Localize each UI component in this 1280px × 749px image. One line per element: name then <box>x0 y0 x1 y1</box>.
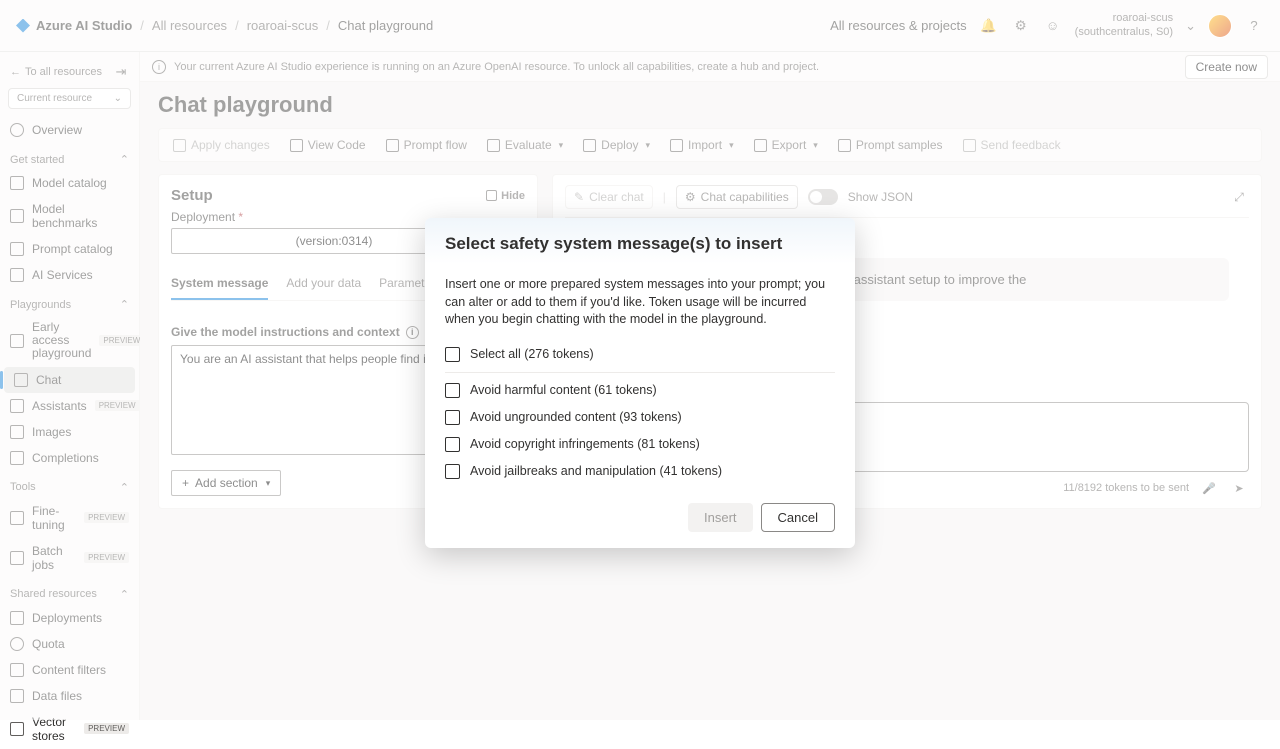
option-ungrounded[interactable]: Avoid ungrounded content (93 tokens) <box>445 404 835 431</box>
cancel-button[interactable]: Cancel <box>761 503 835 532</box>
vector-icon <box>10 722 24 736</box>
select-all-checkbox[interactable] <box>445 347 460 362</box>
checkbox[interactable] <box>445 383 460 398</box>
option-label: Avoid copyright infringements (81 tokens… <box>470 437 700 451</box>
checkbox[interactable] <box>445 410 460 425</box>
preview-badge: PREVIEW <box>84 723 129 734</box>
option-harmful[interactable]: Avoid harmful content (61 tokens) <box>445 377 835 404</box>
modal-footer: Insert Cancel <box>425 489 855 548</box>
checkbox[interactable] <box>445 464 460 479</box>
select-all-row[interactable]: Select all (276 tokens) <box>445 341 835 368</box>
divider <box>445 372 835 373</box>
modal-overlay: Select safety system message(s) to inser… <box>0 0 1280 720</box>
select-all-label: Select all (276 tokens) <box>470 347 594 361</box>
option-label: Avoid harmful content (61 tokens) <box>470 383 657 397</box>
option-copyright[interactable]: Avoid copyright infringements (81 tokens… <box>445 431 835 458</box>
safety-messages-modal: Select safety system message(s) to inser… <box>425 218 855 548</box>
option-label: Avoid ungrounded content (93 tokens) <box>470 410 682 424</box>
modal-description: Insert one or more prepared system messa… <box>445 276 835 329</box>
modal-title: Select safety system message(s) to inser… <box>425 218 855 264</box>
option-label: Avoid jailbreaks and manipulation (41 to… <box>470 464 722 478</box>
option-jailbreaks[interactable]: Avoid jailbreaks and manipulation (41 to… <box>445 458 835 485</box>
insert-button[interactable]: Insert <box>688 503 753 532</box>
checkbox[interactable] <box>445 437 460 452</box>
